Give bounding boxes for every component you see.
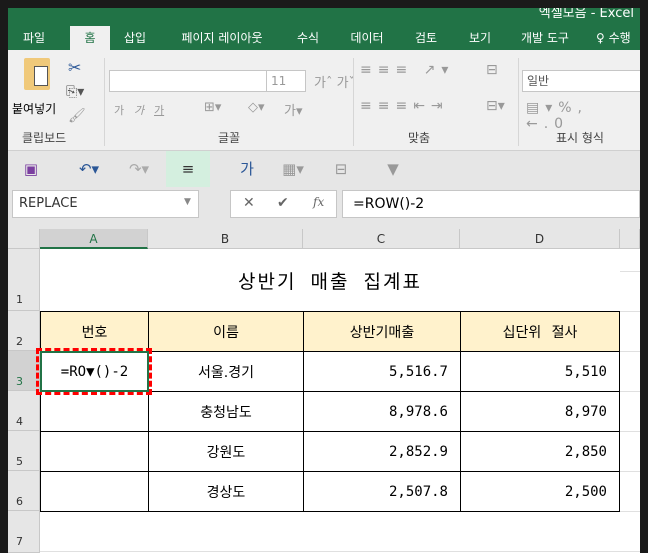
fill-color-icon[interactable]: ◇▾ [248, 100, 265, 115]
group-number: 표시 형식 [556, 131, 604, 145]
row-header-7[interactable]: 7 [8, 511, 40, 553]
undo-icon[interactable]: ↶▾ [74, 151, 104, 187]
bold-button[interactable]: 가 [114, 102, 124, 118]
borders-icon[interactable]: ▦▾ [278, 151, 308, 187]
insert-function-icon[interactable]: fx [313, 195, 324, 209]
tell-me-label: 수행 [608, 31, 631, 45]
horizontal-align-icons[interactable]: ≡≡≡⇤⇥ [360, 98, 449, 114]
tab-tell-me[interactable]: ♀ 수행 [596, 26, 640, 50]
filter-icon[interactable]: ▼ [378, 151, 408, 187]
paste-icon[interactable] [24, 58, 50, 90]
tab-home[interactable]: 홈 [70, 26, 110, 50]
column-header-a[interactable]: A [40, 229, 148, 249]
cell-sales[interactable]: 5,516.7 [303, 351, 461, 392]
cell-name[interactable]: 경상도 [148, 471, 304, 512]
tab-file[interactable]: 파일 [8, 26, 60, 50]
cell-name[interactable]: 충청남도 [148, 391, 304, 432]
number-format-box[interactable]: 일반 [522, 70, 640, 92]
group-clipboard: 클립보드 [22, 131, 67, 145]
formula-bar: REPLACE ▼ ✕ ✔ fx =ROW()-2 [8, 187, 640, 229]
enter-icon[interactable]: ✔ [277, 195, 289, 211]
font-grow-icon[interactable]: 가ˆ 가ˇ [314, 72, 355, 91]
cell-no[interactable] [40, 391, 149, 432]
excel-window: 엑셀모음 - Excel 파일 홈 삽입 페이지 레이아웃 수식 데이터 검토 … [8, 8, 640, 553]
header-number[interactable]: 번호 [40, 311, 149, 352]
vertical-align-icons[interactable]: ≡≡≡ ↗▾ [360, 62, 454, 78]
column-header-c[interactable]: C [303, 229, 460, 249]
spelling-icon[interactable]: 가 [232, 151, 262, 187]
align-center-icon[interactable]: ≡ [166, 151, 210, 187]
group-font: 글꼴 [218, 131, 241, 145]
row-header-4[interactable]: 4 [8, 391, 40, 431]
font-name-box[interactable] [109, 70, 267, 92]
merge-icon[interactable]: ⊟ [326, 151, 356, 187]
font-size-box[interactable]: 11 [266, 70, 306, 92]
ribbon: 붙여넣기 ✂ ⎘▾ 🖌 클립보드 11 가ˆ 가ˇ 가 가 가 ⊞▾ ◇▾ 가▾… [8, 50, 640, 151]
format-painter-icon[interactable]: 🖌 [68, 108, 86, 124]
tab-formulas[interactable]: 수식 [288, 26, 328, 50]
number-format-icons[interactable]: ▤▾%, ←.0 [526, 100, 640, 132]
header-name[interactable]: 이름 [148, 311, 304, 352]
spreadsheet-grid: A B C D 1 2 3 4 5 6 7 상반기 매출 집계표 번호 이름 상… [8, 229, 640, 553]
column-header-b[interactable]: B [148, 229, 303, 249]
lightbulb-icon: ♀ [596, 31, 605, 45]
paste-button[interactable]: 붙여넣기 [12, 100, 56, 117]
header-truncated[interactable]: 십단위 절사 [460, 311, 620, 352]
sheet-title[interactable]: 상반기 매출 집계표 [40, 249, 620, 311]
merge-center-icon[interactable]: ⊟▾ [486, 98, 505, 114]
cell-no[interactable] [40, 471, 149, 512]
cell-trunc[interactable]: 2,500 [460, 471, 620, 512]
tab-developer[interactable]: 개발 도구 [514, 26, 576, 50]
redo-icon[interactable]: ↷▾ [124, 151, 154, 187]
highlight-box [36, 348, 152, 395]
cell-trunc[interactable]: 2,850 [460, 431, 620, 472]
group-alignment: 맞춤 [408, 131, 431, 145]
tab-page-layout[interactable]: 페이지 레이아웃 [172, 26, 272, 50]
title-bar: 엑셀모음 - Excel 파일 홈 삽입 페이지 레이아웃 수식 데이터 검토 … [8, 8, 640, 50]
select-all[interactable] [8, 229, 40, 249]
formula-buttons: ✕ ✔ fx [230, 190, 337, 218]
underline-button[interactable]: 가 [154, 102, 164, 118]
tab-review[interactable]: 검토 [406, 26, 446, 50]
cancel-icon[interactable]: ✕ [243, 195, 255, 211]
window-title: 엑셀모음 - Excel [538, 8, 634, 21]
copy-icon[interactable]: ⎘▾ [66, 84, 84, 100]
save-icon[interactable]: ▣ [16, 151, 46, 187]
font-color-icon[interactable]: 가▾ [284, 100, 303, 119]
wrap-text-icon[interactable]: ⊟ [486, 62, 498, 78]
formula-input[interactable]: =ROW()-2 [342, 190, 640, 218]
cell-no[interactable] [40, 431, 149, 472]
borders-icon[interactable]: ⊞▾ [204, 100, 221, 115]
cell-name[interactable]: 강원도 [148, 431, 304, 472]
tab-insert[interactable]: 삽입 [112, 26, 158, 50]
row-header-2[interactable]: 2 [8, 311, 40, 351]
row-header-5[interactable]: 5 [8, 431, 40, 471]
cell-name[interactable]: 서울.경기 [148, 351, 304, 392]
column-header-d[interactable]: D [460, 229, 620, 249]
header-sales[interactable]: 상반기매출 [303, 311, 461, 352]
cell-trunc[interactable]: 8,970 [460, 391, 620, 432]
cut-icon[interactable]: ✂ [68, 58, 81, 77]
row-header-6[interactable]: 6 [8, 471, 40, 511]
cell-sales[interactable]: 8,978.6 [303, 391, 461, 432]
row-header-1[interactable]: 1 [8, 249, 40, 311]
tab-data[interactable]: 데이터 [342, 26, 392, 50]
cell-sales[interactable]: 2,852.9 [303, 431, 461, 472]
cell-sales[interactable]: 2,507.8 [303, 471, 461, 512]
column-header-e[interactable] [620, 229, 640, 249]
italic-button[interactable]: 가 [134, 102, 144, 118]
cell-trunc[interactable]: 5,510 [460, 351, 620, 392]
quick-access-toolbar: ▣ ↶▾ ↷▾ ≡ 가 ▦▾ ⊟ ▼ [8, 151, 640, 187]
name-box-dropdown-icon[interactable]: ▼ [184, 197, 191, 207]
name-box[interactable]: REPLACE [12, 190, 199, 218]
tab-view[interactable]: 보기 [460, 26, 500, 50]
